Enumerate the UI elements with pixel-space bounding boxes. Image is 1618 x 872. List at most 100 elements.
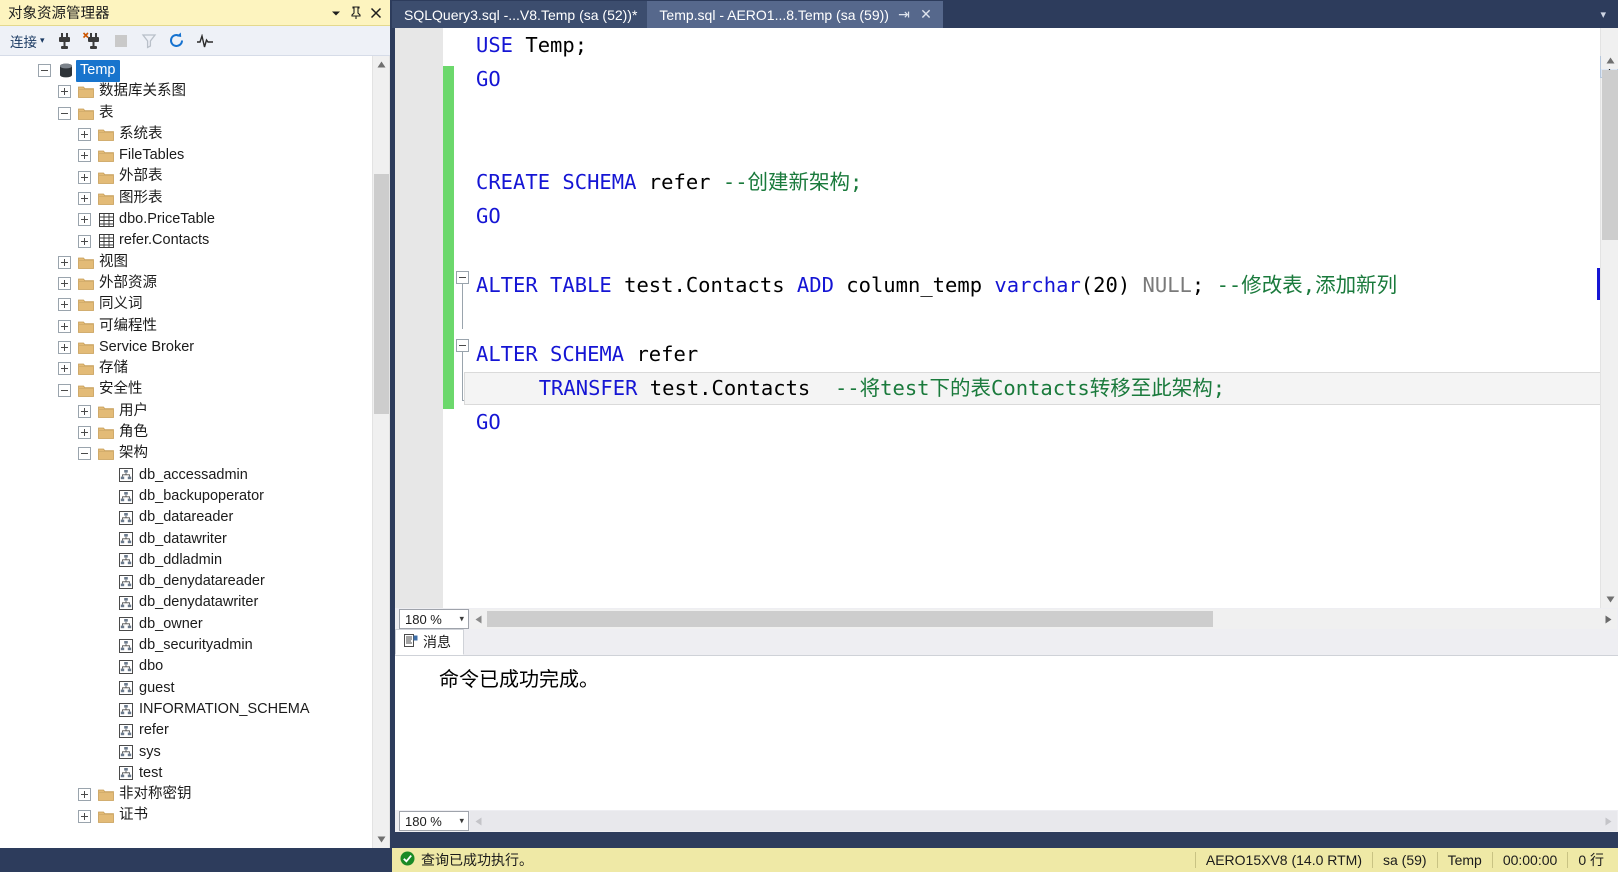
- panel-dropdown-icon[interactable]: [326, 3, 346, 23]
- tree-node[interactable]: Service Broker: [0, 337, 372, 358]
- filter-icon[interactable]: [136, 29, 162, 53]
- expand-icon[interactable]: [78, 234, 91, 248]
- tree-node[interactable]: db_accessadmin: [0, 465, 372, 486]
- tree-node[interactable]: sys: [0, 742, 372, 763]
- scroll-right-arrow-icon[interactable]: [1600, 610, 1617, 628]
- scroll-up-arrow-icon[interactable]: [1601, 52, 1618, 69]
- code-line[interactable]: [476, 302, 1618, 336]
- tree-node[interactable]: dbo: [0, 656, 372, 677]
- tree-node[interactable]: db_backupoperator: [0, 486, 372, 507]
- code-line[interactable]: [476, 234, 1618, 268]
- results-zoom-select[interactable]: 180 % ▾: [399, 811, 469, 831]
- scroll-right-arrow-icon[interactable]: [1600, 812, 1617, 830]
- expand-icon[interactable]: [58, 319, 71, 333]
- scroll-down-arrow-icon[interactable]: [373, 831, 389, 848]
- expand-icon[interactable]: [58, 362, 71, 376]
- tree-node[interactable]: 数据库关系图: [0, 81, 372, 102]
- tree-node[interactable]: db_denydatawriter: [0, 592, 372, 613]
- scroll-up-arrow-icon[interactable]: [373, 56, 389, 73]
- code-line[interactable]: USE Temp;: [476, 28, 1618, 62]
- tree-node[interactable]: test: [0, 763, 372, 784]
- expand-icon[interactable]: [78, 191, 91, 205]
- collapse-icon[interactable]: [78, 447, 91, 461]
- close-icon[interactable]: [366, 3, 386, 23]
- tree-node[interactable]: 非对称密钥: [0, 784, 372, 805]
- tree-node[interactable]: 表: [0, 103, 372, 124]
- tree-node[interactable]: 视图: [0, 252, 372, 273]
- scroll-down-arrow-icon[interactable]: [1601, 591, 1618, 608]
- expand-icon[interactable]: [78, 213, 91, 227]
- tree-node[interactable]: Temp: [0, 59, 372, 82]
- code-line[interactable]: [476, 97, 1618, 131]
- tree-node[interactable]: 证书: [0, 805, 372, 826]
- tree-node[interactable]: 用户: [0, 401, 372, 422]
- tree-node[interactable]: 架构: [0, 443, 372, 464]
- tree-node[interactable]: 外部表: [0, 166, 372, 187]
- collapse-icon[interactable]: [38, 64, 51, 78]
- expand-icon[interactable]: [58, 277, 71, 291]
- tab-close-icon[interactable]: ✕: [919, 6, 933, 22]
- connect-icon[interactable]: [52, 29, 78, 53]
- collapse-icon[interactable]: [58, 383, 71, 397]
- expand-icon[interactable]: [58, 255, 71, 269]
- code-line[interactable]: TRANSFER test.Contacts --将test下的表Contact…: [464, 371, 1618, 405]
- editor-zoom-select[interactable]: 180 % ▾: [399, 609, 469, 629]
- tree-node[interactable]: 同义词: [0, 294, 372, 315]
- editor-scrollbar-thumb[interactable]: [1602, 70, 1618, 240]
- tree-node[interactable]: 安全性: [0, 379, 372, 400]
- tree-node[interactable]: 系统表: [0, 124, 372, 145]
- editor-vertical-scrollbar[interactable]: [1600, 28, 1618, 608]
- expand-icon[interactable]: [58, 298, 71, 312]
- refresh-icon[interactable]: [164, 29, 190, 53]
- disconnect-icon[interactable]: [80, 29, 106, 53]
- results-horizontal-scrollbar[interactable]: [470, 811, 1617, 831]
- tree-node[interactable]: 可编程性: [0, 316, 372, 337]
- editor-code-text[interactable]: USE Temp; GO CREATE SCHEMA refer --创建新架构;…: [464, 28, 1618, 440]
- tab-messages[interactable]: 消息: [395, 629, 464, 655]
- tab-sqlquery3[interactable]: SQLQuery3.sql -...V8.Temp (sa (52))*: [392, 1, 648, 28]
- expand-icon[interactable]: [78, 426, 91, 440]
- expand-icon[interactable]: [78, 788, 91, 802]
- tree-node[interactable]: FileTables: [0, 145, 372, 166]
- scroll-left-arrow-icon[interactable]: [470, 610, 487, 628]
- editor-hscroll-thumb[interactable]: [487, 611, 1213, 627]
- expand-icon[interactable]: [58, 85, 71, 99]
- fold-toggle-alter-table[interactable]: [456, 271, 469, 284]
- code-line[interactable]: ALTER SCHEMA refer: [476, 337, 1618, 371]
- expand-icon[interactable]: [78, 170, 91, 184]
- tree-node[interactable]: db_securityadmin: [0, 635, 372, 656]
- chevron-down-icon[interactable]: ▾: [1594, 8, 1612, 21]
- sql-editor[interactable]: USE Temp; GO CREATE SCHEMA refer --创建新架构;…: [392, 28, 1618, 608]
- code-line[interactable]: ALTER TABLE test.Contacts ADD column_tem…: [476, 268, 1618, 302]
- tree-node[interactable]: db_owner: [0, 614, 372, 635]
- tree-node[interactable]: refer.Contacts: [0, 230, 372, 251]
- expand-icon[interactable]: [78, 809, 91, 823]
- code-line[interactable]: [476, 131, 1618, 165]
- tree-node[interactable]: 图形表: [0, 188, 372, 209]
- editor-horizontal-scrollbar[interactable]: [470, 609, 1617, 629]
- tree-node[interactable]: dbo.PriceTable: [0, 209, 372, 230]
- tree-node[interactable]: db_denydatareader: [0, 571, 372, 592]
- tree-node[interactable]: refer: [0, 720, 372, 741]
- collapse-icon[interactable]: [58, 106, 71, 120]
- expand-icon[interactable]: [58, 341, 71, 354]
- tree-scrollbar-thumb[interactable]: [374, 174, 389, 414]
- tree-node[interactable]: INFORMATION_SCHEMA: [0, 699, 372, 720]
- code-line[interactable]: CREATE SCHEMA refer --创建新架构;: [476, 165, 1618, 199]
- scroll-left-arrow-icon[interactable]: [470, 812, 487, 830]
- expand-icon[interactable]: [78, 128, 91, 142]
- expand-icon[interactable]: [78, 149, 91, 163]
- tree-vertical-scrollbar[interactable]: [372, 56, 389, 848]
- connect-button[interactable]: 连接 ▾: [6, 29, 50, 53]
- tree-node[interactable]: guest: [0, 678, 372, 699]
- tab-temp-sql[interactable]: Temp.sql - AERO1...8.Temp (sa (59)) ⇥ ✕: [647, 1, 943, 28]
- fold-toggle-alter-schema[interactable]: [456, 339, 469, 352]
- tree-node[interactable]: 角色: [0, 422, 372, 443]
- tab-pin-icon[interactable]: ⇥: [897, 6, 911, 22]
- expand-icon[interactable]: [78, 404, 91, 418]
- activity-monitor-icon[interactable]: [192, 29, 218, 53]
- code-line[interactable]: GO: [476, 199, 1618, 233]
- tree-node[interactable]: db_ddladmin: [0, 550, 372, 571]
- results-hscroll-track[interactable]: [487, 812, 1600, 830]
- pin-icon[interactable]: [346, 3, 366, 23]
